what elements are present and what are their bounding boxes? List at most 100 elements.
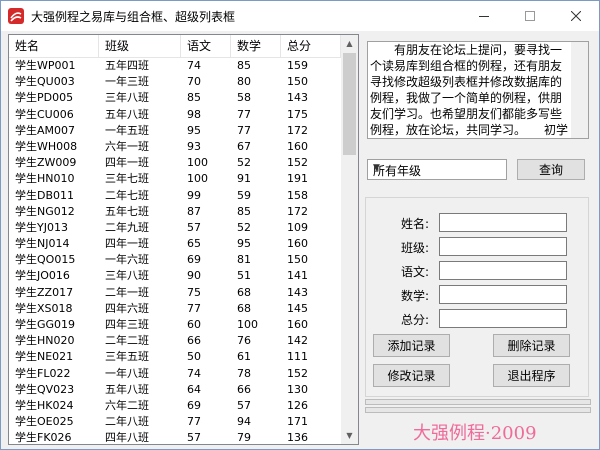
name-label: 姓名: <box>400 217 429 231</box>
cell-math: 58 <box>237 91 251 105</box>
total-field[interactable] <box>439 309 567 328</box>
table-row[interactable]: 学生NE021 三年五班 50 61 111 <box>9 349 341 365</box>
column-header-chinese[interactable]: 语文 <box>181 35 231 57</box>
column-header-math[interactable]: 数学 <box>231 35 281 57</box>
table-row[interactable]: 学生QV023 五年八班 64 66 130 <box>9 382 341 398</box>
table-row[interactable]: 学生CU006 五年八班 98 77 175 <box>9 107 341 123</box>
notice-textbox[interactable]: 有朋友在论坛上提问，要寻找一个读易库到组合框的例程，还有朋友寻找修改超级列表框并… <box>367 41 589 139</box>
maximize-button[interactable] <box>507 1 553 31</box>
cell-name: 学生AM007 <box>15 123 76 137</box>
table-row[interactable]: 学生WP001 五年四班 74 85 159 <box>9 58 341 74</box>
cell-math: 52 <box>237 220 251 234</box>
table-row[interactable]: 学生OE025 二年八班 77 94 171 <box>9 414 341 430</box>
cell-class: 一年五班 <box>105 123 149 137</box>
table-row[interactable]: 学生FL022 一年八班 74 78 152 <box>9 366 341 382</box>
cell-name: 学生NJ014 <box>15 237 70 251</box>
scroll-thumb[interactable] <box>343 53 356 155</box>
cell-chinese: 60 <box>187 318 201 331</box>
table-row[interactable]: 学生PD005 三年八班 85 58 143 <box>9 90 341 106</box>
add-record-button[interactable]: 添加记录 <box>373 334 450 357</box>
name-field[interactable] <box>439 213 567 232</box>
close-button[interactable] <box>553 1 599 31</box>
cell-math: 91 <box>237 172 251 186</box>
list-scrollbar[interactable]: ▲ ▼ <box>341 35 358 444</box>
cell-total: 111 <box>287 350 308 364</box>
cell-math: 95 <box>237 237 251 251</box>
column-header-name[interactable]: 姓名 <box>9 35 99 57</box>
cell-total: 136 <box>287 431 308 445</box>
minimize-icon <box>479 16 489 17</box>
table-row[interactable]: 学生DB011 二年七班 99 59 158 <box>9 188 341 204</box>
cell-name: 学生NE021 <box>15 350 74 364</box>
minimize-button[interactable] <box>461 1 507 31</box>
table-row[interactable]: 学生NG012 五年七班 87 85 172 <box>9 204 341 220</box>
maximize-icon <box>525 11 535 21</box>
cell-class: 四年三班 <box>105 318 149 331</box>
cell-class: 五年四班 <box>105 59 149 72</box>
cell-chinese: 90 <box>187 269 201 283</box>
cell-name: 学生HK024 <box>15 398 74 412</box>
chevron-down-icon: ▼ <box>373 163 380 173</box>
table-row[interactable]: 学生HN010 三年七班 100 91 191 <box>9 171 341 187</box>
cell-class: 四年八班 <box>105 431 149 445</box>
table-row[interactable]: 学生JO016 三年八班 90 51 141 <box>9 268 341 284</box>
edit-record-button[interactable]: 修改记录 <box>373 364 450 387</box>
cell-math: 67 <box>237 139 251 153</box>
cell-name: 学生HN010 <box>15 172 75 186</box>
exit-program-button[interactable]: 退出程序 <box>493 364 570 387</box>
query-button[interactable]: 查询 <box>517 159 585 180</box>
cell-class: 二年一班 <box>105 285 149 299</box>
table-row[interactable]: 学生NJ014 四年一班 65 95 160 <box>9 236 341 252</box>
cell-name: 学生HN020 <box>15 334 75 348</box>
cell-total: 130 <box>287 382 308 396</box>
cell-chinese: 74 <box>187 366 201 380</box>
table-row[interactable]: 学生HK024 六年二班 69 57 126 <box>9 398 341 414</box>
close-icon <box>571 11 581 21</box>
math-field[interactable] <box>439 285 567 304</box>
table-row[interactable]: 学生AM007 一年五班 95 77 172 <box>9 123 341 139</box>
cell-math: 68 <box>237 301 251 315</box>
app-icon <box>8 8 24 24</box>
cell-total: 141 <box>287 269 308 283</box>
table-row[interactable]: 学生QO015 一年六班 69 81 150 <box>9 252 341 268</box>
cell-total: 158 <box>287 188 308 202</box>
table-row[interactable]: 学生QU003 一年三班 70 80 150 <box>9 74 341 90</box>
scroll-down-icon[interactable]: ▼ <box>341 427 358 444</box>
cell-math: 94 <box>237 415 251 429</box>
table-row[interactable]: 学生FK026 四年八班 57 79 136 <box>9 430 341 445</box>
cell-class: 五年八班 <box>105 107 149 121</box>
cell-name: 学生QV023 <box>15 382 75 396</box>
table-row[interactable]: 学生GG019 四年三班 60 100 160 <box>9 317 341 333</box>
cell-total: 126 <box>287 398 308 412</box>
cell-chinese: 65 <box>187 237 201 251</box>
table-row[interactable]: 学生YJ013 二年九班 57 52 109 <box>9 220 341 236</box>
delete-record-button[interactable]: 删除记录 <box>493 334 570 357</box>
cell-name: 学生QO015 <box>15 253 76 267</box>
column-header-total[interactable]: 总分 <box>281 35 341 57</box>
notice-scrollbar[interactable] <box>571 42 588 138</box>
cell-math: 79 <box>237 431 251 445</box>
cell-class: 三年八班 <box>105 269 149 283</box>
cell-chinese: 87 <box>187 204 201 218</box>
cell-class: 六年一班 <box>105 139 149 153</box>
scroll-up-icon[interactable]: ▲ <box>341 35 358 52</box>
student-list[interactable]: 姓名 班级 语文 数学 总分 学生WP001 五年四班 74 85 159 学生QU003… <box>8 34 359 445</box>
cell-class: 三年七班 <box>105 172 149 186</box>
table-row[interactable]: 学生XS018 四年六班 77 68 145 <box>9 301 341 317</box>
cell-chinese: 85 <box>187 91 201 105</box>
table-row[interactable]: 学生WH008 六年一班 93 67 160 <box>9 139 341 155</box>
title-bar[interactable]: 大强例程之易库与组合框、超级列表框 <box>1 1 599 31</box>
class-field[interactable] <box>439 237 567 256</box>
table-row[interactable]: 学生ZZ017 二年一班 75 68 143 <box>9 285 341 301</box>
grade-select[interactable]: 所有年级 ▼ <box>367 159 507 180</box>
table-row[interactable]: 学生HN020 二年二班 66 76 142 <box>9 333 341 349</box>
cell-chinese: 66 <box>187 334 201 348</box>
cell-chinese: 95 <box>187 123 201 137</box>
column-header-class[interactable]: 班级 <box>99 35 181 57</box>
chinese-field[interactable] <box>439 261 567 280</box>
cell-chinese: 57 <box>187 431 201 445</box>
cell-chinese: 77 <box>187 301 201 315</box>
table-row[interactable]: 学生ZW009 四年一班 100 52 152 <box>9 155 341 171</box>
cell-class: 二年九班 <box>105 220 149 234</box>
cell-total: 191 <box>287 172 308 186</box>
